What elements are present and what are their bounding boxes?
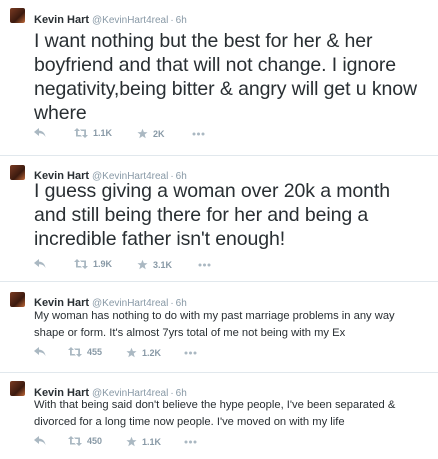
favorite-button[interactable]: 1.1K [126, 436, 161, 447]
retweet-count: 1.9K [93, 259, 113, 269]
retweet-count: 450 [87, 436, 103, 446]
favorite-button[interactable]: 3.1K [137, 259, 172, 270]
avatar[interactable] [10, 165, 25, 180]
avatar[interactable] [10, 381, 25, 396]
avatar[interactable] [10, 292, 25, 307]
tweet-header: Kevin Hart @KevinHart4real · 6h [34, 10, 187, 28]
retweet-count: 455 [87, 347, 103, 357]
retweet-icon [74, 128, 88, 138]
reply-icon [34, 259, 46, 269]
star-icon [137, 259, 148, 270]
star-icon [137, 128, 148, 139]
star-icon [126, 436, 137, 447]
favorite-count: 1.1K [142, 436, 162, 447]
tweet: Kevin Hart @KevinHart4real · 6h With that b… [0, 373, 438, 459]
favorite-button[interactable]: 2K [137, 128, 165, 139]
author-handle[interactable]: @KevinHart4real [92, 15, 168, 26]
retweet-button[interactable]: 450 [68, 436, 102, 446]
retweet-icon [68, 347, 82, 357]
reply-icon [34, 128, 46, 138]
more-button[interactable] [184, 440, 197, 444]
more-icon [192, 132, 205, 136]
timestamp[interactable]: 6h [176, 15, 187, 26]
tweet-text: I want nothing but the best for her & he… [34, 30, 417, 124]
more-icon [184, 440, 197, 444]
more-icon [198, 263, 211, 267]
retweet-button[interactable]: 1.9K [74, 259, 112, 269]
reply-button[interactable] [34, 259, 46, 269]
tweet-text: My woman has nothing to do with my past … [34, 310, 395, 339]
retweet-icon [68, 436, 82, 446]
reply-button[interactable] [34, 436, 46, 446]
more-button[interactable] [198, 263, 211, 267]
reply-button[interactable] [34, 128, 46, 138]
more-button[interactable] [184, 351, 197, 355]
tweet: Kevin Hart @KevinHart4real · 6h I guess giv… [0, 156, 438, 282]
reply-button[interactable] [34, 347, 46, 357]
tweet: Kevin Hart @KevinHart4real · 6h My woman ha… [0, 282, 438, 373]
tweet-text: I guess giving a woman over 20k a month … [34, 180, 390, 250]
retweet-count: 1.1K [93, 128, 113, 138]
avatar[interactable] [10, 8, 25, 23]
reply-icon [34, 347, 46, 357]
tweet-feed: Kevin Hart @KevinHart4real · 6h I want noth… [0, 0, 438, 459]
favorite-button[interactable]: 1.2K [126, 347, 161, 358]
retweet-button[interactable]: 1.1K [74, 128, 112, 138]
tweet: Kevin Hart @KevinHart4real · 6h I want noth… [0, 0, 438, 156]
tweet-text: With that being said don't believe the h… [34, 399, 396, 428]
reply-icon [34, 436, 46, 446]
star-icon [126, 347, 137, 358]
favorite-count: 3.1K [153, 259, 173, 270]
separator-dot: · [170, 15, 174, 26]
retweet-button[interactable]: 455 [68, 347, 102, 357]
more-button[interactable] [192, 132, 205, 136]
favorite-count: 1.2K [142, 347, 162, 358]
more-icon [184, 351, 197, 355]
retweet-icon [74, 259, 88, 269]
favorite-count: 2K [153, 128, 165, 139]
author-name[interactable]: Kevin Hart [34, 14, 89, 26]
